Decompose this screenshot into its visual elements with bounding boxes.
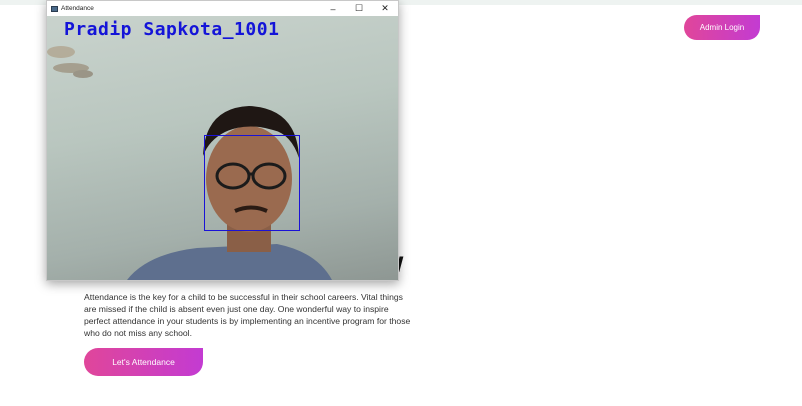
ceiling-fan-icon: [47, 46, 93, 78]
maximize-icon[interactable]: ☐: [346, 1, 372, 16]
camera-feed: Pradip Sapkota_1001: [47, 16, 398, 280]
admin-login-button[interactable]: Admin Login: [684, 15, 760, 40]
close-icon[interactable]: ✕: [372, 1, 398, 16]
attendance-camera-window[interactable]: Attendance – ☐ ✕ Pradip Sapkota_1001: [46, 0, 399, 281]
window-title: Attendance: [61, 5, 94, 12]
lets-attendance-button[interactable]: Let's Attendance: [84, 348, 203, 376]
hero-description: Attendance is the key for a child to be …: [84, 292, 411, 338]
recognized-name-label: Pradip Sapkota_1001: [64, 19, 280, 40]
window-titlebar[interactable]: Attendance – ☐ ✕: [47, 1, 398, 16]
app-icon: [51, 5, 58, 12]
minimize-icon[interactable]: –: [320, 1, 346, 16]
face-detection-box: [204, 135, 300, 231]
